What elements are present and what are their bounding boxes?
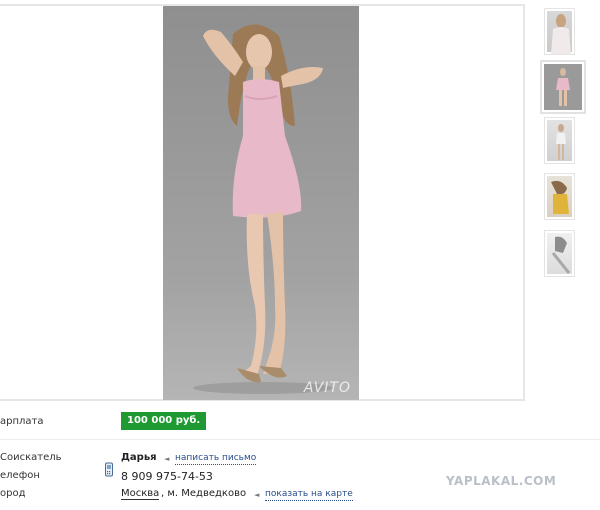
arrow-icon: ◄ bbox=[164, 455, 170, 463]
city-label: ород bbox=[0, 488, 26, 499]
show-on-map-link[interactable]: показать на карте bbox=[265, 489, 353, 501]
phone-number: 8 909 975-74-53 bbox=[121, 470, 213, 483]
seeker-name: Дарья bbox=[121, 452, 157, 463]
phone-label: елефон bbox=[0, 470, 40, 481]
thumbnail-1[interactable] bbox=[544, 8, 575, 55]
salary-label: арплата bbox=[0, 416, 44, 427]
write-letter-link[interactable]: написать письмо bbox=[175, 453, 257, 465]
photo-watermark: AVITO bbox=[303, 380, 351, 396]
main-photo[interactable]: AVITO bbox=[163, 6, 359, 400]
site-logo: YAPLAKAL.COM bbox=[446, 474, 557, 488]
divider bbox=[0, 439, 600, 440]
thumbnail-2[interactable] bbox=[540, 60, 586, 114]
thumbnail-5[interactable] bbox=[544, 230, 575, 277]
thumbnail-4[interactable] bbox=[544, 173, 575, 220]
city-link[interactable]: Москва bbox=[121, 488, 160, 500]
seeker-label: Соискатель bbox=[0, 452, 62, 463]
arrow-icon: ◄ bbox=[254, 491, 260, 499]
salary-badge: 100 000 руб. bbox=[121, 412, 207, 430]
thumbnail-3[interactable] bbox=[544, 117, 575, 164]
phone-icon bbox=[105, 462, 113, 477]
metro-station: , м. Медведково bbox=[161, 488, 247, 499]
